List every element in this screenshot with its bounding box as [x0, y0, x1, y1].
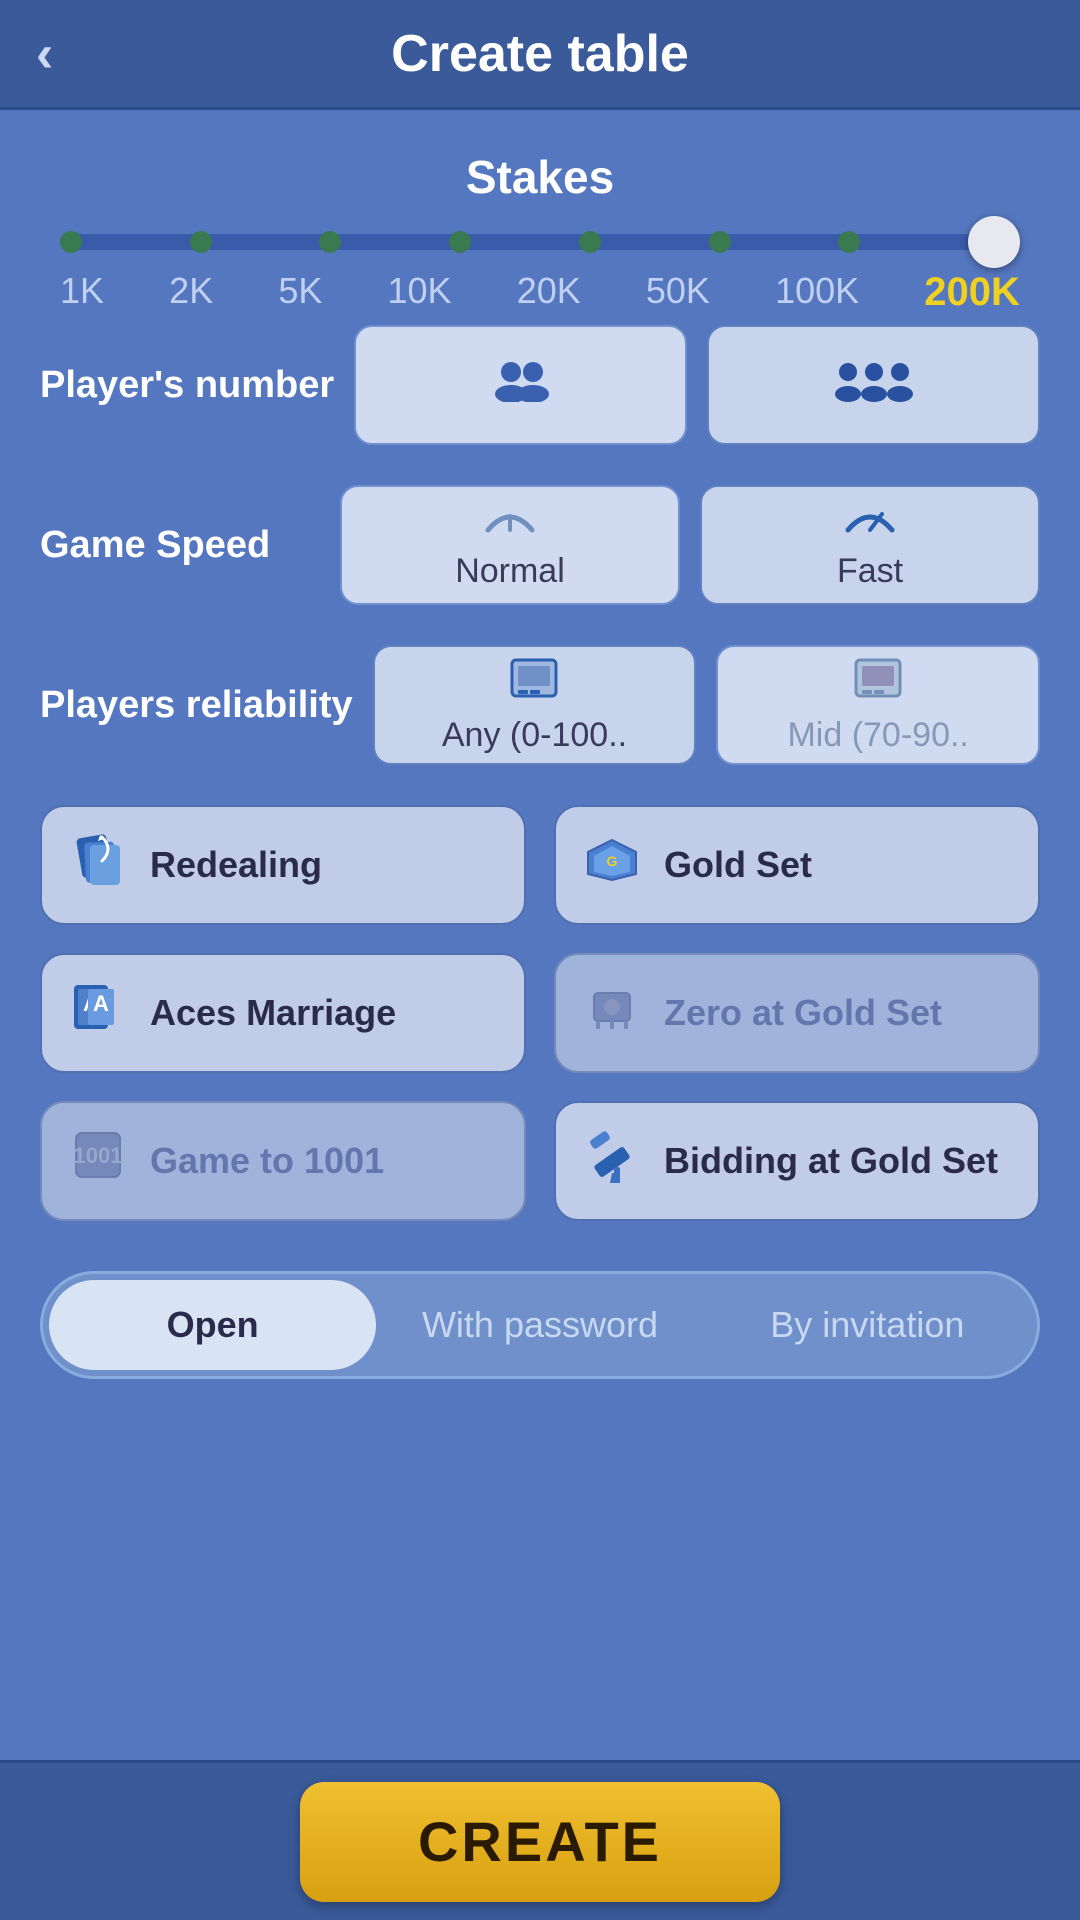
normal-speed-icon: [484, 500, 536, 546]
players-number-label: Player's number: [40, 364, 334, 407]
players-number-options: [354, 325, 1040, 445]
stake-label-1k: 1K: [60, 270, 104, 315]
stake-label-200k: 200K: [924, 270, 1020, 315]
reliability-mid-button[interactable]: Mid (70-90..: [716, 645, 1040, 765]
zero-at-gold-set-label: Zero at Gold Set: [664, 992, 942, 1034]
back-button[interactable]: ‹: [36, 24, 53, 84]
stakes-title: Stakes: [40, 150, 1040, 204]
reliability-options: Any (0-100.. Mid (70-90..: [373, 645, 1040, 765]
stake-label-2k: 2K: [169, 270, 213, 315]
slider-dot-20k: [579, 231, 601, 253]
stake-label-20k: 20K: [517, 270, 581, 315]
two-players-icon: [491, 358, 551, 412]
slider-dot-2k: [190, 231, 212, 253]
game-to-1001-button[interactable]: 1001 Game to 1001: [40, 1101, 526, 1221]
redealing-label: Redealing: [150, 844, 322, 886]
gold-set-icon: G: [580, 835, 644, 895]
players-number-row: Player's number: [40, 325, 1040, 445]
main-content: Stakes 1K 2K 5K 10K 20K: [0, 110, 1080, 1760]
footer: CREATE: [0, 1760, 1080, 1920]
slider-dot-200k: [968, 216, 1020, 268]
gold-set-label: Gold Set: [664, 844, 812, 886]
players-2-button[interactable]: [354, 325, 687, 445]
slider-labels: 1K 2K 5K 10K 20K 50K 100K 200K: [60, 270, 1020, 315]
reliability-any-button[interactable]: Any (0-100..: [373, 645, 697, 765]
gold-set-button[interactable]: G Gold Set: [554, 805, 1040, 925]
stake-label-100k: 100K: [775, 270, 859, 315]
svg-text:1001: 1001: [74, 1143, 123, 1168]
slider-dot-50k: [709, 231, 731, 253]
stake-label-50k: 50K: [646, 270, 710, 315]
stake-label-5k: 5K: [278, 270, 322, 315]
bidding-at-gold-set-label: Bidding at Gold Set: [664, 1140, 998, 1182]
game-speed-options: Normal Fast: [340, 485, 1040, 605]
mid-reliability-label: Mid (70-90..: [787, 716, 968, 755]
stake-label-10k: 10K: [388, 270, 452, 315]
features-grid: Redealing G Gold Set A A: [40, 805, 1040, 1221]
svg-text:A: A: [93, 991, 109, 1016]
normal-speed-label: Normal: [455, 552, 565, 591]
players-reliability-label: Players reliability: [40, 684, 353, 727]
mid-reliability-icon: [852, 656, 904, 710]
access-open-button[interactable]: Open: [49, 1280, 376, 1370]
game-speed-row: Game Speed Normal Fast: [40, 485, 1040, 605]
slider-dot-1k: [60, 231, 82, 253]
fast-speed-icon: [844, 500, 896, 546]
game-speed-label: Game Speed: [40, 524, 320, 567]
stakes-slider-track[interactable]: [60, 234, 1020, 250]
page-title: Create table: [391, 24, 689, 84]
slider-dot-10k: [449, 231, 471, 253]
access-password-button[interactable]: With password: [376, 1280, 703, 1370]
redealing-icon: [66, 831, 130, 900]
slider-dots: [60, 216, 1020, 268]
any-reliability-label: Any (0-100..: [442, 716, 627, 755]
any-reliability-icon: [508, 656, 560, 710]
slider-dot-5k: [319, 231, 341, 253]
aces-marriage-label: Aces Marriage: [150, 992, 396, 1034]
players-reliability-row: Players reliability Any (0-100..: [40, 645, 1040, 765]
game-to-1001-label: Game to 1001: [150, 1140, 384, 1182]
game-to-1001-icon: 1001: [66, 1127, 130, 1196]
three-players-icon: [834, 358, 914, 412]
fast-speed-label: Fast: [837, 552, 903, 591]
aces-marriage-button[interactable]: A A Aces Marriage: [40, 953, 526, 1073]
bidding-at-gold-set-icon: [580, 1127, 644, 1196]
redealing-button[interactable]: Redealing: [40, 805, 526, 925]
players-3-button[interactable]: [707, 325, 1040, 445]
svg-text:G: G: [607, 853, 618, 869]
stakes-section: Stakes 1K 2K 5K 10K 20K: [40, 150, 1040, 315]
speed-normal-button[interactable]: Normal: [340, 485, 680, 605]
header: ‹ Create table: [0, 0, 1080, 110]
speed-fast-button[interactable]: Fast: [700, 485, 1040, 605]
slider-dot-100k: [838, 231, 860, 253]
stakes-slider-container: 1K 2K 5K 10K 20K 50K 100K 200K: [40, 234, 1040, 315]
aces-marriage-icon: A A: [66, 979, 130, 1048]
zero-at-gold-set-button[interactable]: Zero at Gold Set: [554, 953, 1040, 1073]
create-button[interactable]: CREATE: [300, 1782, 780, 1902]
access-invitation-button[interactable]: By invitation: [704, 1280, 1031, 1370]
access-row: Open With password By invitation: [40, 1271, 1040, 1379]
zero-at-gold-set-icon: [580, 979, 644, 1048]
bidding-at-gold-set-button[interactable]: Bidding at Gold Set: [554, 1101, 1040, 1221]
